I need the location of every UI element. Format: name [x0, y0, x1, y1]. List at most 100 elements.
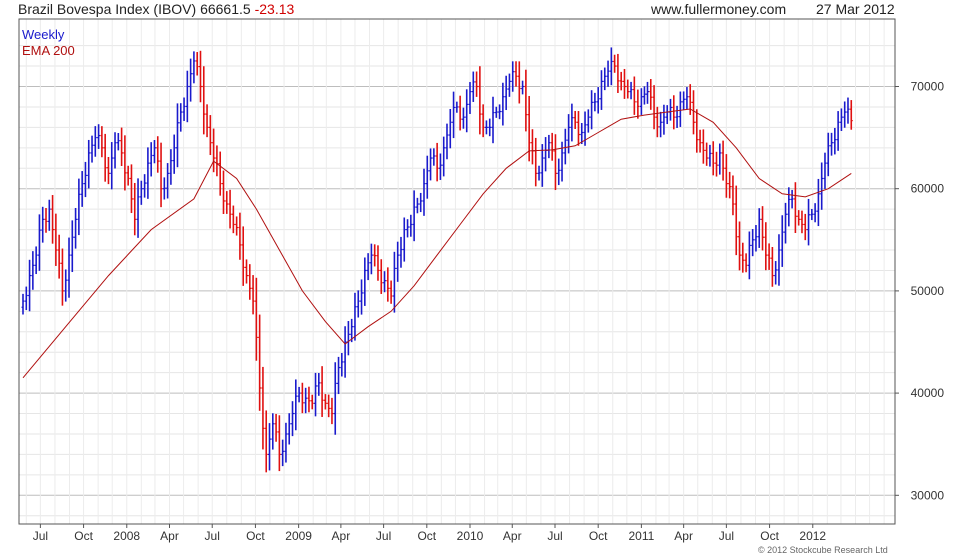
- weekly-bar: [721, 140, 725, 181]
- weekly-bar: [744, 253, 748, 273]
- weekly-bar: [599, 70, 603, 110]
- weekly-bar: [41, 206, 45, 243]
- weekly-bar: [586, 109, 590, 133]
- weekly-bar: [619, 71, 623, 91]
- weekly-bar: [590, 90, 594, 130]
- weekly-bar: [622, 68, 626, 99]
- weekly-bar: [74, 207, 78, 249]
- weekly-bar: [734, 185, 738, 256]
- weekly-bar: [376, 245, 380, 281]
- weekly-bar: [701, 129, 705, 164]
- x-tick-label: Oct: [74, 529, 93, 543]
- weekly-bar: [698, 129, 702, 153]
- weekly-bar: [103, 133, 107, 182]
- weekly-bar: [248, 264, 252, 300]
- weekly-bar: [106, 156, 110, 185]
- weekly-bar: [60, 248, 64, 306]
- weekly-bar: [563, 128, 567, 165]
- weekly-bar: [793, 182, 797, 234]
- weekly-bar: [849, 100, 853, 130]
- weekly-bar: [356, 290, 360, 318]
- weekly-bar: [636, 89, 640, 119]
- weekly-bar: [820, 162, 824, 210]
- x-tick-label: Jul: [719, 529, 734, 543]
- weekly-bar: [241, 226, 245, 286]
- weekly-bar: [271, 413, 275, 450]
- x-tick-label: Jul: [376, 529, 391, 543]
- weekly-bar: [208, 115, 212, 156]
- chart-title: Brazil Bovespa Index (IBOV) 66661.5 -23.…: [18, 1, 294, 17]
- weekly-bar: [189, 58, 193, 102]
- weekly-bar: [517, 61, 521, 104]
- weekly-bar: [767, 243, 771, 270]
- weekly-bar: [425, 155, 429, 199]
- x-tick-label: 2011: [628, 529, 654, 543]
- weekly-bar: [632, 76, 636, 115]
- weekly-bar: [205, 104, 209, 138]
- weekly-bar: [156, 136, 160, 173]
- weekly-bar: [245, 259, 249, 284]
- x-axis: Jul Oct 2008 Apr Jul Oct 2009 Apr Jul Oct 2010 Apr J…: [33, 524, 826, 543]
- weekly-bar: [576, 111, 580, 146]
- weekly-bar: [57, 234, 61, 279]
- weekly-bar: [688, 84, 692, 115]
- weekly-bar: [659, 111, 663, 138]
- weekly-bar: [159, 142, 163, 208]
- weekly-bar: [235, 216, 239, 236]
- weekly-bar: [596, 87, 600, 114]
- weekly-bar: [488, 118, 492, 137]
- weekly-bar: [432, 148, 436, 166]
- weekly-bar: [409, 214, 413, 237]
- weekly-bar: [225, 191, 229, 214]
- y-tick-label: 50000: [911, 284, 945, 298]
- weekly-bar: [787, 187, 791, 227]
- weekly-bar: [97, 124, 101, 149]
- x-tick-label: Apr: [332, 529, 351, 543]
- weekly-bar: [836, 111, 840, 151]
- weekly-bar: [803, 213, 807, 241]
- weekly-bar: [67, 237, 71, 298]
- weekly-bar: [373, 244, 377, 267]
- weekly-bar: [645, 81, 649, 104]
- weekly-bar: [346, 321, 350, 356]
- weekly-bar: [146, 147, 150, 199]
- weekly-bar: [724, 154, 728, 198]
- weekly-bar: [51, 195, 55, 244]
- weekly-bar: [593, 92, 597, 112]
- weekly-bar: [185, 70, 189, 123]
- site-link[interactable]: www.fullermoney.com: [651, 1, 786, 17]
- weekly-bar: [672, 95, 676, 130]
- weekly-bar: [297, 386, 301, 403]
- weekly-bar: [797, 210, 801, 226]
- weekly-bar: [34, 246, 38, 275]
- weekly-bar: [553, 134, 557, 191]
- weekly-bar: [28, 259, 32, 312]
- weekly-bar: [24, 286, 28, 311]
- weekly-bar: [741, 242, 745, 273]
- grid: [19, 19, 895, 524]
- weekly-bar: [550, 132, 554, 161]
- weekly-bar: [484, 120, 488, 135]
- weekly-bar: [83, 161, 87, 198]
- weekly-bar: [807, 198, 811, 246]
- weekly-bar: [843, 101, 847, 128]
- weekly-bar: [606, 60, 610, 87]
- weekly-bar: [291, 401, 295, 437]
- weekly-bar: [761, 206, 765, 251]
- weekly-bar: [728, 171, 732, 199]
- weekly-bar: [182, 97, 186, 121]
- y-tick-label: 70000: [911, 80, 945, 94]
- weekly-bar: [47, 199, 51, 231]
- change-value: -23.13: [254, 1, 295, 17]
- weekly-bar: [642, 86, 646, 105]
- weekly-bar: [287, 413, 291, 445]
- weekly-bar: [399, 236, 403, 268]
- weekly-bar: [90, 135, 94, 163]
- weekly-bar: [705, 142, 709, 166]
- weekly-bar: [152, 140, 156, 164]
- weekly-bar: [93, 126, 97, 157]
- x-tick-label: Apr: [503, 529, 522, 543]
- weekly-bar: [77, 178, 81, 236]
- weekly-bar: [261, 366, 265, 450]
- weekly-bar: [175, 103, 179, 168]
